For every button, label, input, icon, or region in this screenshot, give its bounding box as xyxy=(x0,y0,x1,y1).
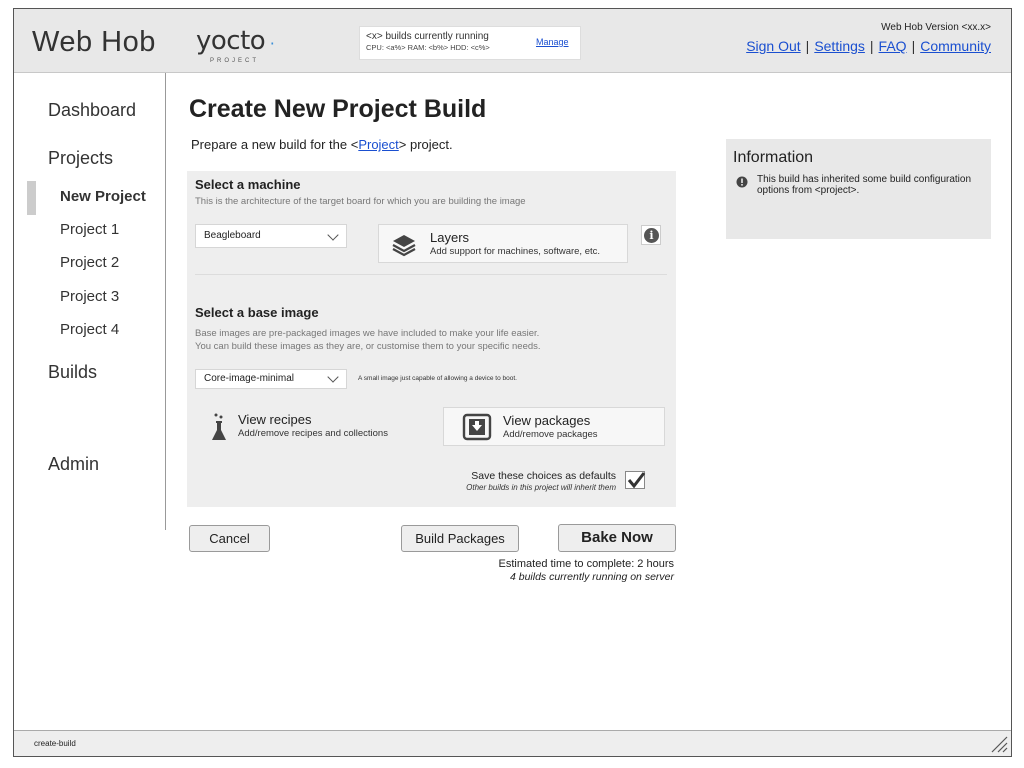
running-builds-note: 4 builds currently running on server xyxy=(509,571,674,583)
page-description: Prepare a new build for the <Project> pr… xyxy=(191,137,453,152)
view-packages-subtitle: Add/remove packages xyxy=(503,429,598,440)
base-image-help-1: Base images are pre-packaged images we h… xyxy=(195,328,540,339)
chevron-down-icon xyxy=(327,371,339,383)
build-packages-button[interactable]: Build Packages xyxy=(401,525,519,552)
build-status-box: <x> builds currently running CPU: <a%> R… xyxy=(359,26,581,60)
faq-link[interactable]: FAQ xyxy=(879,38,907,54)
information-text: This build has inherited some build conf… xyxy=(757,174,972,196)
sidebar-item-dashboard[interactable]: Dashboard xyxy=(48,100,136,121)
resize-handle-icon[interactable] xyxy=(990,735,1008,753)
footer-bar: create-build xyxy=(14,730,1011,756)
logo-name: yocto xyxy=(196,26,266,56)
package-icon xyxy=(462,413,492,441)
information-panel: Information This build has inherited som… xyxy=(726,139,991,239)
flask-icon xyxy=(212,413,226,440)
manage-link[interactable]: Manage xyxy=(536,37,569,47)
header: Web Hob yocto · PROJECT <x> builds curre… xyxy=(14,9,1011,73)
logo-dot-icon: · xyxy=(265,34,275,53)
sidebar-item-project-2[interactable]: Project 2 xyxy=(60,254,119,271)
save-defaults-checkbox[interactable] xyxy=(625,471,646,489)
save-defaults-label: Save these choices as defaults xyxy=(471,470,616,482)
info-button[interactable]: i xyxy=(641,225,661,245)
warning-icon xyxy=(736,176,748,188)
view-recipes-subtitle: Add/remove recipes and collections xyxy=(238,428,388,439)
page-title: Create New Project Build xyxy=(189,95,487,123)
footer-label: create-build xyxy=(34,739,76,748)
base-image-help-2: You can build these images as they are, … xyxy=(195,341,541,352)
checkmark-icon xyxy=(627,472,646,489)
base-image-section-title: Select a base image xyxy=(195,305,319,320)
chevron-down-icon xyxy=(327,229,339,241)
app-window: Web Hob yocto · PROJECT <x> builds curre… xyxy=(13,8,1012,757)
section-divider xyxy=(195,274,667,275)
estimated-time: Estimated time to complete: 2 hours xyxy=(498,558,674,570)
app-title: Web Hob xyxy=(32,26,156,58)
layers-subtitle: Add support for machines, software, etc. xyxy=(430,246,601,257)
view-packages-title: View packages xyxy=(503,413,591,428)
base-image-note: A small image just capable of allowing a… xyxy=(358,375,517,382)
sidebar: Dashboard Projects New Project Project 1… xyxy=(14,73,166,530)
sidebar-item-project-3[interactable]: Project 3 xyxy=(60,288,119,305)
version-label: Web Hob Version <xx.x> xyxy=(881,22,991,33)
sign-out-link[interactable]: Sign Out xyxy=(746,38,800,54)
base-image-select-value: Core-image-minimal xyxy=(204,373,295,384)
logo-subtitle: PROJECT xyxy=(210,58,260,64)
machine-select[interactable]: Beagleboard xyxy=(195,224,347,248)
base-image-select[interactable]: Core-image-minimal xyxy=(195,369,347,389)
view-recipes-title: View recipes xyxy=(238,412,312,427)
view-packages-button[interactable]: View packages Add/remove packages xyxy=(443,407,665,446)
sidebar-item-projects[interactable]: Projects xyxy=(48,148,113,169)
layers-button[interactable]: Layers Add support for machines, softwar… xyxy=(378,224,628,263)
settings-link[interactable]: Settings xyxy=(814,38,865,54)
bake-now-button[interactable]: Bake Now xyxy=(558,524,676,552)
machine-section-help: This is the architecture of the target b… xyxy=(195,196,526,207)
machine-select-value: Beagleboard xyxy=(204,230,261,241)
cancel-button[interactable]: Cancel xyxy=(189,525,270,552)
sidebar-item-builds[interactable]: Builds xyxy=(48,362,97,383)
sidebar-item-admin[interactable]: Admin xyxy=(48,454,99,475)
yocto-logo: yocto · PROJECT xyxy=(196,26,275,64)
active-item-marker xyxy=(27,181,36,215)
build-config-panel: Select a machine This is the architectur… xyxy=(187,171,676,507)
layers-title: Layers xyxy=(430,230,470,245)
top-links: Sign Out | Settings | FAQ | Community xyxy=(746,38,991,54)
sidebar-item-project-4[interactable]: Project 4 xyxy=(60,321,119,338)
sidebar-item-project-1[interactable]: Project 1 xyxy=(60,221,119,238)
community-link[interactable]: Community xyxy=(920,38,991,54)
sidebar-item-new-project[interactable]: New Project xyxy=(60,188,146,205)
layers-icon xyxy=(392,235,416,257)
project-link[interactable]: Project xyxy=(358,137,398,152)
info-icon: i xyxy=(644,228,659,243)
save-defaults-sub: Other builds in this project will inheri… xyxy=(466,483,616,492)
information-title: Information xyxy=(733,149,814,166)
view-recipes-button[interactable]: View recipes Add/remove recipes and coll… xyxy=(202,409,432,447)
machine-section-title: Select a machine xyxy=(195,177,301,192)
